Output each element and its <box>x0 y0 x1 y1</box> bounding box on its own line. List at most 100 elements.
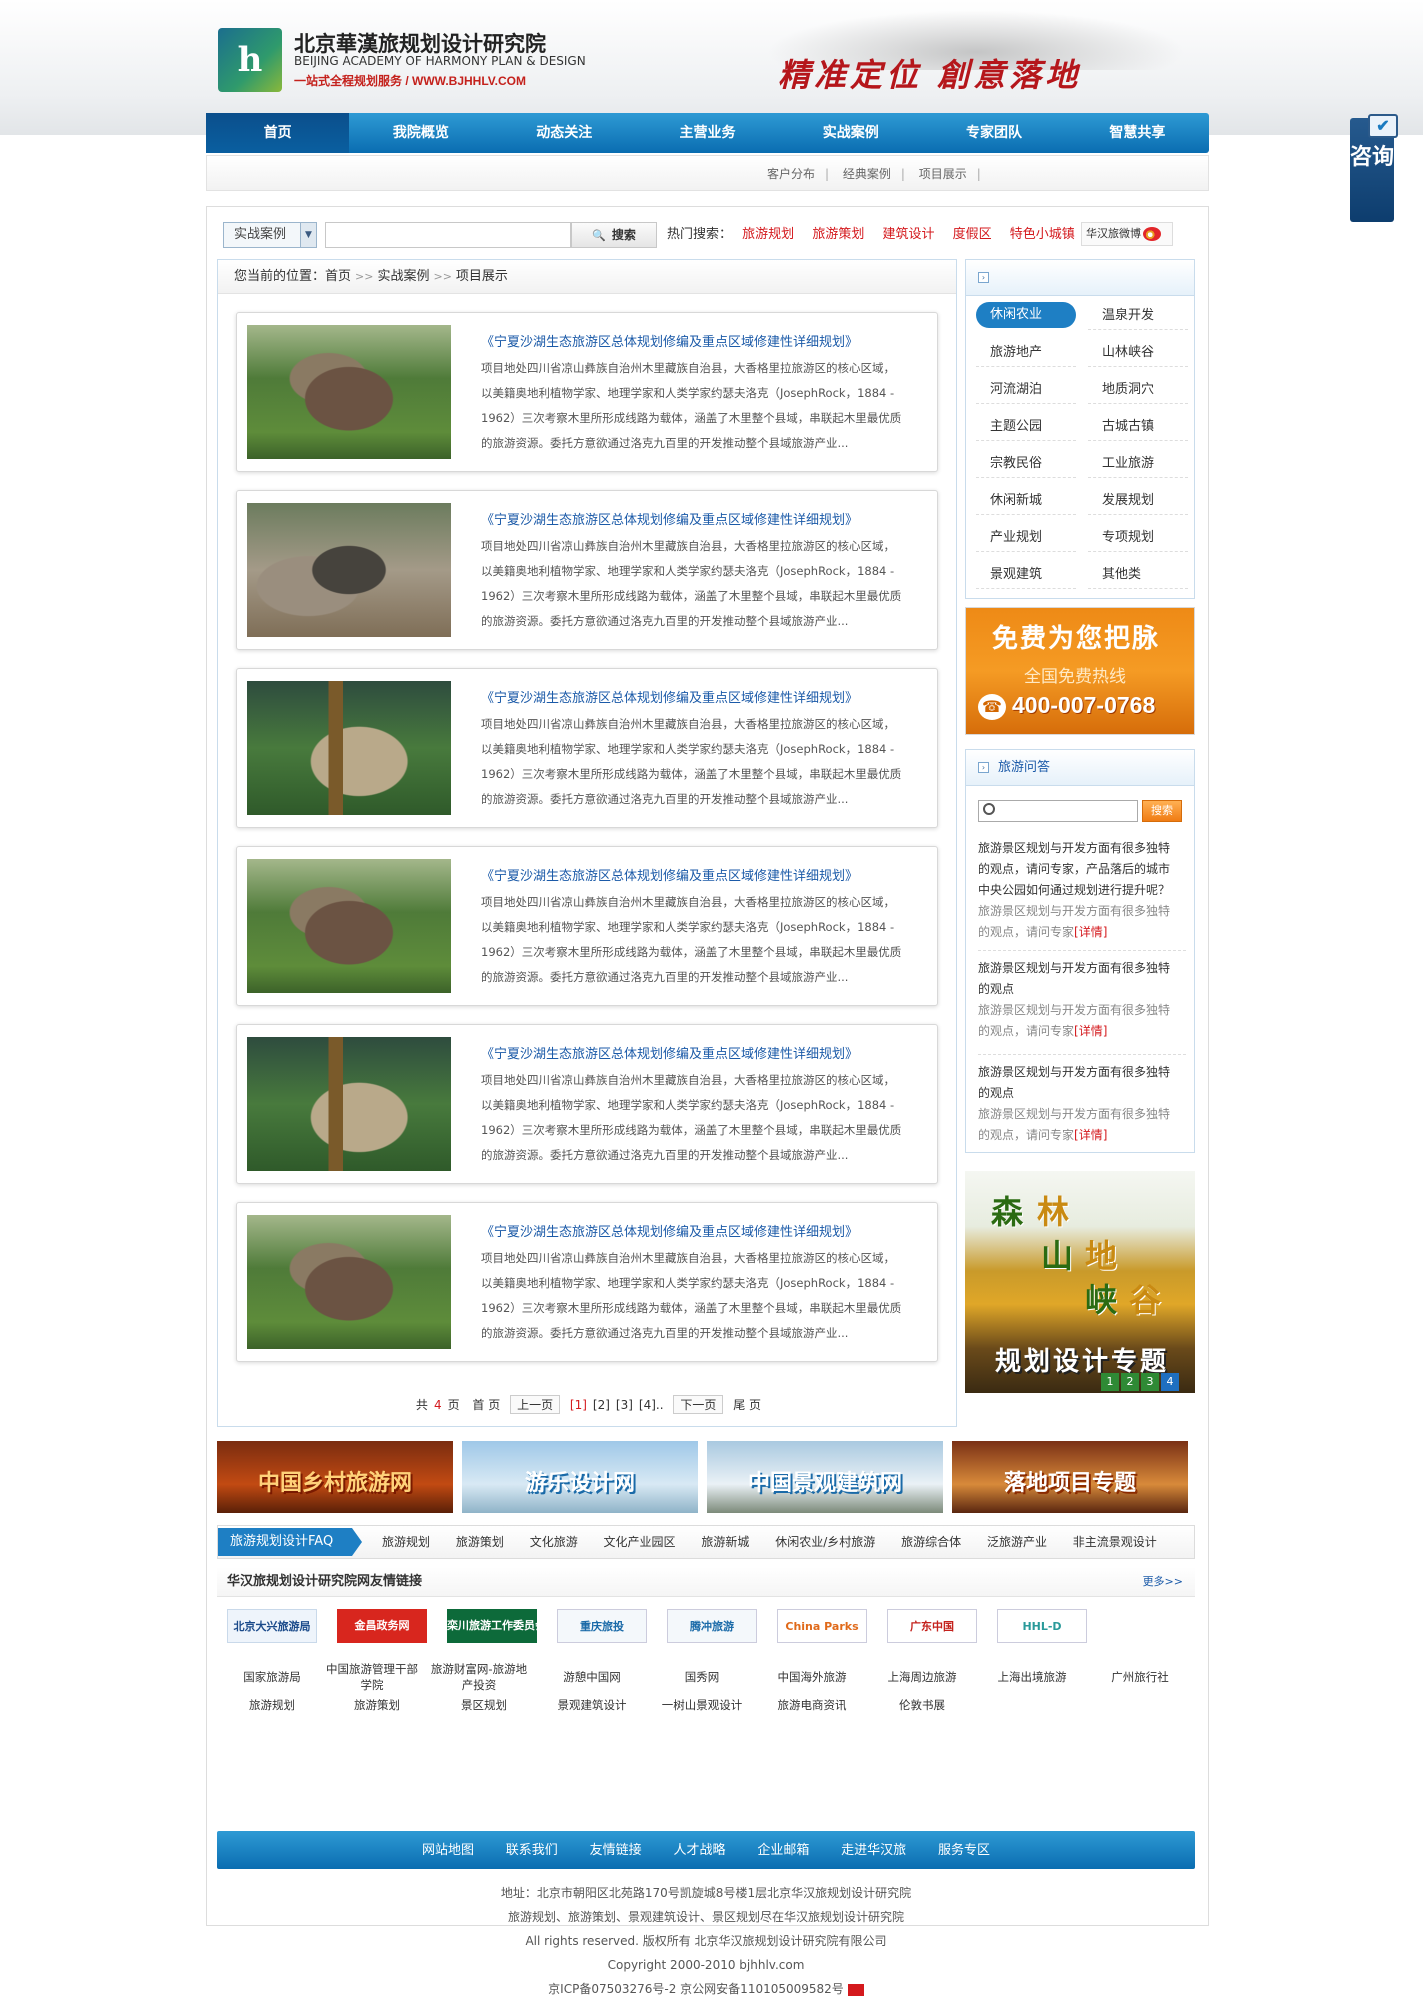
friend-link[interactable]: 景区规划 <box>429 1697 539 1713</box>
category-tag[interactable]: 发展规划 <box>1088 487 1188 515</box>
faq-link[interactable]: 旅游策划 <box>456 1535 504 1549</box>
friend-link[interactable]: 广州旅行社 <box>1085 1669 1195 1685</box>
partner-logo[interactable]: HHL-D <box>997 1609 1087 1643</box>
friend-link[interactable]: 旅游策划 <box>322 1697 432 1713</box>
faq-link[interactable]: 休闲农业/乡村旅游 <box>775 1535 875 1549</box>
faq-link[interactable]: 旅游规划 <box>382 1535 430 1549</box>
category-tag[interactable]: 旅游地产 <box>976 339 1076 367</box>
partner-logo[interactable]: 栾川旅游工作委员会 <box>447 1609 537 1643</box>
category-tag[interactable]: 休闲农业 <box>976 302 1076 328</box>
friend-link[interactable]: 旅游财富网-旅游地产投资 <box>429 1661 529 1693</box>
footer-nav-careers[interactable]: 人才战略 <box>673 1843 725 1858</box>
category-tag[interactable]: 景观建筑 <box>976 561 1076 589</box>
prev-page-button[interactable]: 上一页 <box>510 1395 561 1414</box>
partner-logo[interactable]: 金昌政务网 <box>337 1609 427 1643</box>
qa-search-input[interactable] <box>978 800 1138 822</box>
friend-link[interactable]: 国家旅游局 <box>217 1669 327 1685</box>
partner-logo[interactable]: 北京大兴旅游局 <box>227 1609 317 1643</box>
project-title[interactable]: 《宁夏沙湖生态旅游区总体规划修编及重点区域修建性详细规划》 <box>481 865 921 884</box>
partner-logo[interactable]: 腾冲旅游 <box>667 1609 757 1643</box>
project-thumbnail[interactable] <box>247 1215 451 1349</box>
page-link[interactable]: [3] <box>616 1398 633 1412</box>
page-link-current[interactable]: [1] <box>570 1398 587 1412</box>
project-title[interactable]: 《宁夏沙湖生态旅游区总体规划修编及重点区域修建性详细规划》 <box>481 331 921 350</box>
project-thumbnail[interactable] <box>247 859 451 993</box>
search-button[interactable]: 🔍 搜索 <box>571 222 657 248</box>
project-thumbnail[interactable] <box>247 325 451 459</box>
friend-link[interactable]: 上海周边旅游 <box>867 1669 977 1685</box>
hot-keyword[interactable]: 度假区 <box>953 227 992 242</box>
qa-question[interactable]: 旅游景区规划与开发方面有很多独特 的观点 旅游景区规划与开发方面有很多独特 的观… <box>978 958 1186 1042</box>
search-category-select[interactable]: 实战案例 ▼ <box>223 222 317 248</box>
banner-landscape-architecture[interactable]: 中国景观建筑网 <box>707 1441 943 1513</box>
friend-link[interactable]: 一树山景观设计 <box>647 1697 757 1713</box>
faq-link[interactable]: 文化产业园区 <box>604 1535 676 1549</box>
mail-icon[interactable] <box>847 1983 864 1996</box>
faq-link[interactable]: 旅游综合体 <box>901 1535 961 1549</box>
project-title[interactable]: 《宁夏沙湖生态旅游区总体规划修编及重点区域修建性详细规划》 <box>481 1221 921 1240</box>
category-tag[interactable]: 山林峡谷 <box>1088 339 1188 367</box>
project-title[interactable]: 《宁夏沙湖生态旅游区总体规划修编及重点区域修建性详细规划》 <box>481 687 921 706</box>
category-tag[interactable]: 产业规划 <box>976 524 1076 552</box>
footer-nav-about[interactable]: 走进华汉旅 <box>841 1843 906 1858</box>
breadcrumb-section[interactable]: 实战案例 <box>377 269 429 284</box>
category-tag[interactable]: 休闲新城 <box>976 487 1076 515</box>
forest-topic-banner[interactable]: 森 林 山 地 峡 谷 规划设计专题 1 2 3 4 <box>965 1171 1195 1393</box>
partner-logo[interactable]: China Parks <box>777 1609 867 1643</box>
partner-logo[interactable]: 重庆旅投 <box>557 1609 647 1643</box>
faq-link[interactable]: 非主流景观设计 <box>1073 1535 1157 1549</box>
footer-nav-contact[interactable]: 联系我们 <box>506 1843 558 1858</box>
category-tag[interactable]: 温泉开发 <box>1088 302 1188 330</box>
project-thumbnail[interactable] <box>247 503 451 637</box>
more-link[interactable]: 更多>> <box>1143 1567 1183 1597</box>
qa-question[interactable]: 旅游景区规划与开发方面有很多独特 的观点 旅游景区规划与开发方面有很多独特 的观… <box>978 1062 1186 1146</box>
hot-keyword[interactable]: 旅游策划 <box>812 227 864 242</box>
project-thumbnail[interactable] <box>247 681 451 815</box>
category-tag[interactable]: 工业旅游 <box>1088 450 1188 478</box>
search-input[interactable] <box>325 222 571 248</box>
nav-cases[interactable]: 实战案例 <box>779 113 922 153</box>
slide-dot[interactable]: 3 <box>1141 1373 1159 1391</box>
subnav-clients[interactable]: 客户分布 <box>767 167 815 181</box>
nav-news[interactable]: 动态关注 <box>493 113 636 153</box>
category-tag[interactable]: 其他类 <box>1088 561 1188 589</box>
project-title[interactable]: 《宁夏沙湖生态旅游区总体规划修编及重点区域修建性详细规划》 <box>481 509 921 528</box>
faq-link[interactable]: 旅游新城 <box>701 1535 749 1549</box>
nav-knowledge[interactable]: 智慧共享 <box>1066 113 1209 153</box>
footer-nav-service[interactable]: 服务专区 <box>938 1843 990 1858</box>
hot-keyword[interactable]: 旅游规划 <box>742 227 794 242</box>
last-page-link[interactable]: 尾 页 <box>733 1398 761 1412</box>
slide-dot[interactable]: 4 <box>1161 1373 1179 1391</box>
hot-keyword[interactable]: 建筑设计 <box>882 227 934 242</box>
friend-link[interactable]: 中国旅游管理干部学院 <box>322 1661 422 1693</box>
friend-link[interactable]: 上海出境旅游 <box>977 1669 1087 1685</box>
hot-keyword[interactable]: 特色小城镇 <box>1010 227 1075 242</box>
nav-home[interactable]: 首页 <box>206 113 350 153</box>
nav-experts[interactable]: 专家团队 <box>922 113 1065 153</box>
category-tag[interactable]: 古城古镇 <box>1088 413 1188 441</box>
faq-link[interactable]: 泛旅游产业 <box>987 1535 1047 1549</box>
category-tag[interactable]: 地质洞穴 <box>1088 376 1188 404</box>
consult-float-button[interactable]: ✔ 咨询 <box>1350 114 1398 222</box>
subnav-projects[interactable]: 项目展示 <box>919 167 967 181</box>
friend-link[interactable]: 旅游电商资讯 <box>757 1697 867 1713</box>
breadcrumb-home[interactable]: 首页 <box>325 269 351 284</box>
qa-search-button[interactable]: 搜索 <box>1142 800 1182 822</box>
slide-dot[interactable]: 2 <box>1121 1373 1139 1391</box>
qa-detail-link[interactable]: [详情] <box>1074 925 1107 939</box>
category-tag[interactable]: 宗教民俗 <box>976 450 1076 478</box>
footer-nav-sitemap[interactable]: 网站地图 <box>422 1843 474 1858</box>
friend-link[interactable]: 游憩中国网 <box>537 1669 647 1685</box>
weibo-link[interactable]: 华汉旅微博 <box>1081 222 1173 246</box>
partner-logo[interactable]: 广东中国 <box>887 1609 977 1643</box>
footer-nav-links[interactable]: 友情链接 <box>590 1843 642 1858</box>
page-link[interactable]: [2] <box>593 1398 610 1412</box>
qa-detail-link[interactable]: [详情] <box>1074 1128 1107 1142</box>
first-page-link[interactable]: 首 页 <box>472 1398 500 1412</box>
site-logo[interactable]: h 北京華漢旅规划设计研究院 BEIJING ACADEMY OF HARMON… <box>218 24 598 94</box>
qa-detail-link[interactable]: [详情] <box>1074 1024 1107 1038</box>
hotline-banner[interactable]: 免费为您把脉 全国免费热线 ☎ 400-007-0768 <box>965 607 1195 735</box>
friend-link[interactable]: 中国海外旅游 <box>757 1669 867 1685</box>
next-page-button[interactable]: 下一页 <box>673 1395 724 1414</box>
banner-amusement-design[interactable]: 游乐设计网 <box>462 1441 698 1513</box>
